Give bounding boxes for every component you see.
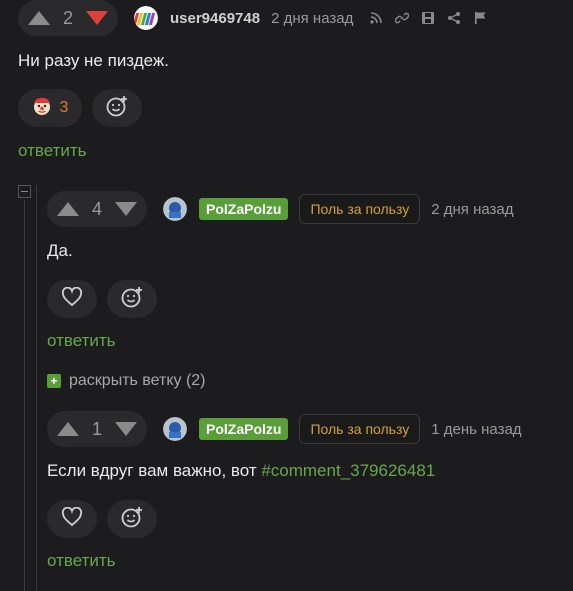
comment-text-prefix: Если вдруг вам важно, вот [47, 461, 262, 480]
username[interactable]: user9469748 [170, 10, 260, 27]
link-icon[interactable] [395, 11, 410, 25]
downvote-icon[interactable] [114, 422, 137, 436]
share-icon[interactable] [447, 11, 461, 25]
add-reaction-button[interactable] [107, 280, 157, 318]
reply-link[interactable]: ответить [47, 331, 116, 351]
thread-line [36, 185, 37, 591]
user-badge: Поль за пользу [299, 194, 421, 224]
vote-control: 4 [47, 191, 147, 227]
heart-icon [61, 506, 83, 532]
vote-count: 1 [91, 418, 102, 439]
add-reaction-icon [105, 94, 129, 123]
upvote-icon[interactable] [57, 202, 79, 216]
vote-count: 4 [91, 198, 102, 219]
add-reaction-icon [120, 505, 144, 534]
avatar[interactable] [134, 6, 158, 30]
reaction-count: 3 [59, 99, 69, 116]
downvote-icon[interactable] [85, 11, 108, 25]
comment-header: 1 PolZaPolzu Поль за пользу 1 день назад [47, 411, 573, 447]
vote-count: 2 [62, 7, 73, 28]
avatar[interactable] [163, 417, 187, 441]
expand-icon: + [47, 374, 61, 388]
username[interactable]: PolZaPolzu [199, 198, 289, 220]
comment-text: Если вдруг вам важно, вот #comment_37962… [47, 461, 435, 481]
comment-tools [369, 11, 487, 25]
timestamp[interactable]: 2 дня назад [271, 10, 353, 27]
reply-link[interactable]: ответить [18, 141, 87, 161]
vote-control: 1 [47, 411, 147, 447]
upvote-icon[interactable] [57, 422, 79, 436]
heart-icon [61, 286, 83, 312]
user-badge: Поль за пользу [299, 414, 421, 444]
comment-header: 2 user9469748 2 дня назад [18, 0, 573, 36]
comment-header: 4 PolZaPolzu Поль за пользу 2 дня назад [47, 191, 567, 227]
add-reaction-button[interactable] [107, 500, 157, 538]
add-reaction-button[interactable] [92, 89, 142, 127]
username[interactable]: PolZaPolzu [199, 418, 289, 440]
thread-line [24, 200, 25, 591]
expand-thread-label: раскрыть ветку (2) [69, 372, 206, 389]
like-button[interactable] [47, 500, 97, 538]
reply-link[interactable]: ответить [47, 551, 116, 571]
timestamp[interactable]: 2 дня назад [431, 201, 513, 218]
save-icon[interactable] [421, 11, 435, 25]
comment-text: Ни разу не пиздеж. [18, 51, 170, 70]
reaction-clown[interactable]: 3 [18, 89, 82, 127]
clown-reaction-icon [32, 96, 52, 121]
comment-text: Да. [47, 241, 73, 260]
upvote-icon[interactable] [28, 11, 50, 25]
timestamp[interactable]: 1 день назад [431, 421, 521, 438]
add-reaction-icon [120, 285, 144, 314]
like-button[interactable] [47, 280, 97, 318]
downvote-icon[interactable] [114, 202, 137, 216]
expand-thread-button[interactable]: + раскрыть ветку (2) [47, 372, 206, 390]
vote-control: 2 [18, 0, 118, 36]
comment-anchor-link[interactable]: #comment_379626481 [261, 461, 435, 480]
flag-icon[interactable] [473, 11, 487, 25]
avatar[interactable] [163, 197, 187, 221]
collapse-icon[interactable] [18, 185, 31, 198]
rss-icon[interactable] [369, 11, 383, 25]
